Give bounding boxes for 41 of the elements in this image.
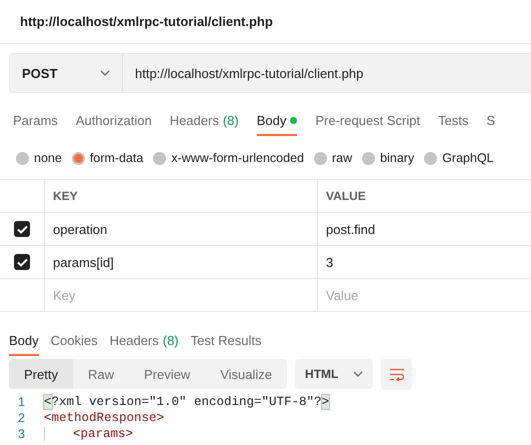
column-header: VALUE [318, 180, 531, 212]
wrap-lines-button[interactable] [381, 358, 412, 390]
line-number: 1 [17, 395, 26, 409]
checkbox[interactable] [14, 254, 30, 270]
tab[interactable]: Headers (8) [110, 326, 179, 356]
code-line: <?xml version="1.0" encoding="UTF-8"?> [44, 395, 330, 409]
body-type-option[interactable]: form-data [72, 151, 144, 165]
line-number: 2 [17, 411, 26, 425]
method-dropdown[interactable]: POST [10, 54, 123, 92]
tab[interactable]: Body [256, 106, 298, 136]
line-number: 3 [17, 427, 26, 441]
table-cell[interactable]: operation [44, 212, 318, 246]
body-type-option[interactable]: x-www-form-urlencoded [153, 151, 304, 165]
body-type-option[interactable]: none [16, 151, 62, 165]
tab[interactable]: Body [9, 326, 39, 356]
checkbox[interactable] [14, 221, 30, 238]
body-type-option[interactable]: GraphQL [424, 151, 494, 165]
tab[interactable]: Test Results [190, 326, 262, 356]
tab[interactable]: Headers (8) [170, 106, 239, 136]
body-type-option[interactable]: binary [362, 151, 414, 165]
tab[interactable]: Authorization [76, 106, 152, 136]
url-field[interactable]: http://localhost/xmlrpc-tutorial/client.php [123, 54, 364, 92]
view-mode-button[interactable]: Pretty [9, 359, 73, 389]
tab[interactable]: Tests [438, 106, 468, 136]
request-title: http://localhost/xmlrpc-tutorial/client.php [20, 14, 273, 29]
table-cell[interactable]: params[id] [44, 246, 318, 278]
tab[interactable]: Pre-request Script [315, 106, 420, 136]
tab[interactable]: Params [13, 106, 58, 136]
view-mode-button[interactable]: Raw [72, 359, 129, 389]
chevron-down-icon [353, 371, 364, 377]
format-dropdown[interactable]: HTML [295, 359, 374, 389]
tab[interactable]: Cookies [50, 326, 98, 356]
code-line: <methodResponse> [44, 411, 164, 425]
wrap-lines-icon [388, 368, 405, 380]
tab[interactable]: S [486, 106, 496, 136]
code-line: <params> [44, 427, 134, 441]
body-type-option[interactable]: raw [314, 151, 352, 165]
column-header: KEY [44, 180, 318, 212]
chevron-down-icon [100, 70, 110, 76]
view-mode-button[interactable]: Preview [128, 359, 206, 389]
view-mode-button[interactable]: Visualize [205, 359, 288, 389]
